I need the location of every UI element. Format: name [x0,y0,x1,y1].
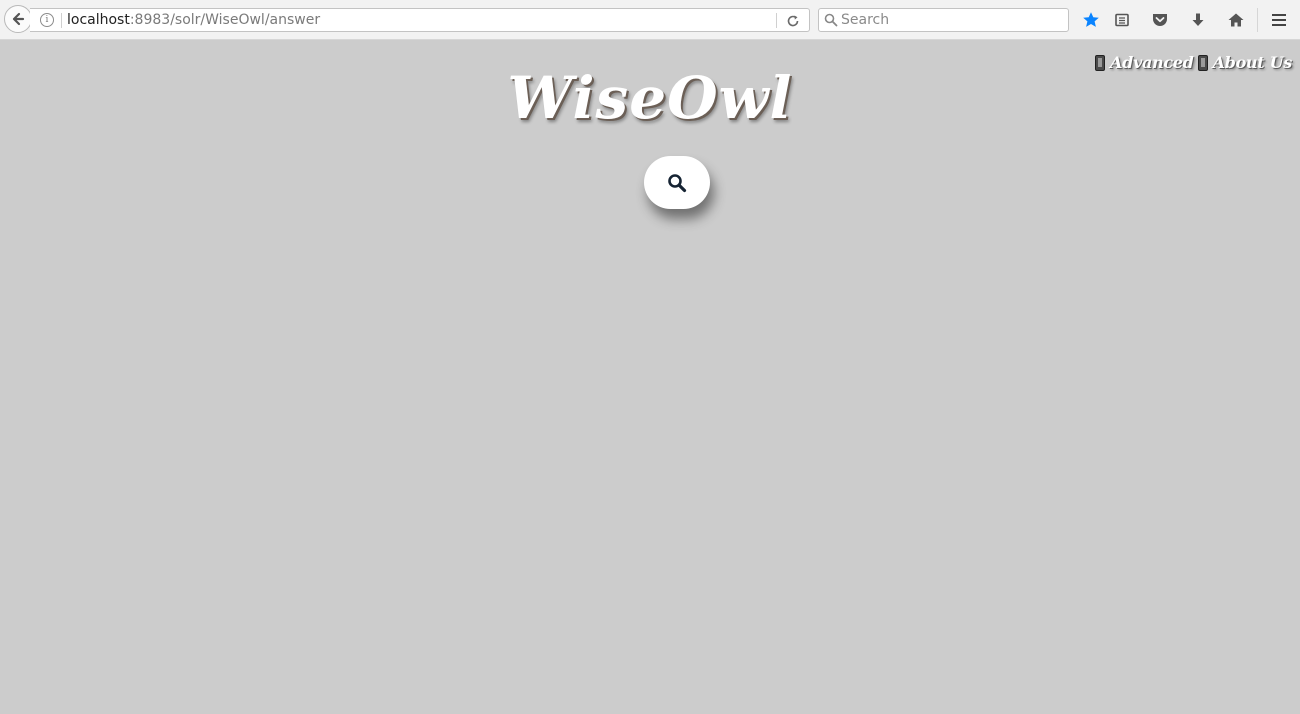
page-content: Advanced About Us WiseOwl [0,40,1300,714]
pocket-icon[interactable] [1150,10,1170,30]
site-logo: WiseOwl [507,64,793,132]
bookmark-star-icon[interactable] [1081,10,1101,30]
menu-icon[interactable] [1269,10,1289,30]
search-icon [824,13,838,27]
browser-toolbar: i localhost:8983/solr/WiseOwl/answer [0,0,1300,40]
reload-icon[interactable] [784,12,802,30]
info-icon[interactable]: i [40,13,54,27]
browser-search-bar[interactable] [818,8,1069,32]
url-path: :8983/solr/WiseOwl/answer [129,12,321,28]
url-divider [61,13,62,28]
url-bar[interactable]: i localhost:8983/solr/WiseOwl/answer [30,8,810,32]
home-icon[interactable] [1226,10,1246,30]
reading-list-icon[interactable] [1112,10,1132,30]
back-button[interactable] [4,5,32,33]
browser-search-input[interactable] [841,10,1061,30]
reload-divider [776,13,777,28]
url-host: localhost [67,12,130,28]
search-button[interactable] [644,156,710,209]
toolbar-divider [1257,8,1258,32]
download-icon[interactable] [1188,10,1208,30]
url-text[interactable]: localhost:8983/solr/WiseOwl/answer [67,12,320,28]
back-arrow-icon [12,12,25,26]
search-icon [668,173,687,192]
